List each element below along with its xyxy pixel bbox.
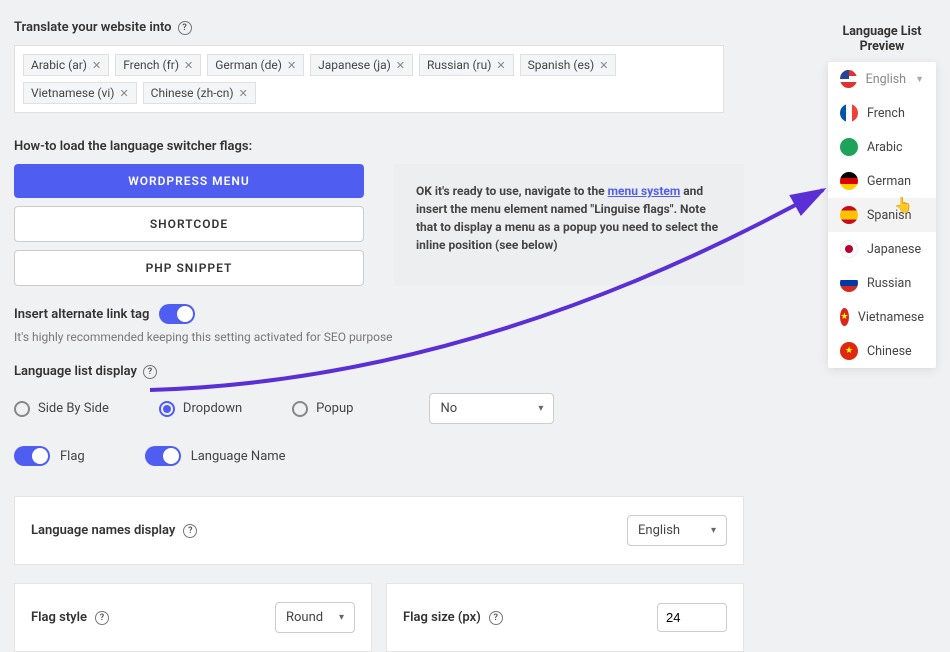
loader-label: How-to load the language switcher flags: (14, 139, 936, 154)
preview-item[interactable]: Arabic (828, 130, 936, 164)
flag-icon (840, 308, 849, 326)
preview-item-label: Vietnamese (858, 310, 924, 325)
cursor-icon: 👆 (894, 196, 913, 214)
close-icon[interactable]: ✕ (599, 59, 608, 72)
flag-style-value: Round (286, 610, 323, 625)
preview-item-label: Chinese (867, 344, 912, 359)
chip-label: Arabic (ar) (31, 58, 87, 72)
php-snippet-button[interactable]: PHP SNIPPET (14, 250, 364, 286)
flag-icon (840, 104, 858, 122)
language-chip[interactable]: Chinese (zh-cn) ✕ (143, 82, 256, 104)
select-no-value: No (440, 401, 457, 416)
close-icon[interactable]: ✕ (184, 59, 193, 72)
preview-item-label: English (866, 72, 906, 87)
flag-size-input[interactable] (657, 603, 727, 632)
language-chip[interactable]: Arabic (ar) ✕ (23, 54, 109, 76)
preview-item-label: Arabic (867, 140, 903, 155)
radio-popup-label: Popup (316, 401, 353, 416)
alt-link-hint: It's highly recommended keeping this set… (14, 330, 936, 344)
close-icon[interactable]: ✕ (119, 87, 128, 100)
flag-icon (840, 172, 858, 190)
radio-dropdown[interactable]: Dropdown (159, 401, 242, 417)
alt-link-toggle[interactable] (159, 304, 195, 324)
preview-item-label: Japanese (867, 242, 921, 257)
chip-label: Japanese (ja) (318, 58, 391, 72)
preview-item-label: Russian (867, 276, 911, 291)
help-icon[interactable]: ? (183, 524, 197, 538)
chip-label: Vietnamese (vi) (31, 86, 114, 100)
chevron-down-icon: ▾ (339, 612, 344, 623)
names-display-select[interactable]: English ▾ (627, 515, 727, 546)
chip-label: French (fr) (123, 58, 179, 72)
flag-toggle[interactable] (14, 446, 50, 466)
flag-style-label: Flag style (31, 610, 87, 625)
info-box: OK it's ready to use, navigate to the me… (394, 164, 744, 286)
preview-item[interactable]: Chinese (828, 334, 936, 368)
preview-item-label: French (867, 106, 905, 121)
language-chips[interactable]: Arabic (ar)✕French (fr)✕German (de)✕Japa… (14, 45, 724, 113)
radio-side-by-side[interactable]: Side By Side (14, 401, 109, 417)
preview-item-label: German (867, 174, 911, 189)
flag-style-select[interactable]: Round ▾ (275, 602, 355, 633)
radio-side-label: Side By Side (38, 401, 109, 416)
language-chip[interactable]: French (fr) ✕ (115, 54, 201, 76)
help-icon[interactable]: ? (143, 365, 157, 379)
close-icon[interactable]: ✕ (239, 87, 248, 100)
language-chip[interactable]: Russian (ru) ✕ (419, 54, 514, 76)
flag-toggle-label: Flag (60, 449, 85, 464)
list-display-label-text: Language list display (14, 364, 137, 379)
chip-label: Chinese (zh-cn) (151, 86, 234, 100)
chevron-down-icon: ▼ (915, 74, 924, 85)
chevron-down-icon: ▾ (711, 525, 716, 536)
flag-icon (840, 240, 858, 258)
help-icon[interactable]: ? (95, 611, 109, 625)
radio-popup[interactable]: Popup (292, 401, 353, 417)
help-icon[interactable]: ? (489, 611, 503, 625)
preview-item[interactable]: Vietnamese (828, 300, 936, 334)
preview-item[interactable]: French (828, 96, 936, 130)
preview-title: Language List Preview (828, 20, 936, 62)
chevron-down-icon: ▾ (538, 403, 543, 414)
flag-icon (840, 138, 858, 156)
flag-icon (840, 70, 857, 88)
flag-icon (840, 274, 858, 292)
preview-item[interactable]: English ▼ (828, 62, 936, 96)
preview-item[interactable]: Japanese (828, 232, 936, 266)
preview-item[interactable]: Spanish (828, 198, 936, 232)
language-name-toggle[interactable] (145, 446, 181, 466)
flag-size-label: Flag size (px) (403, 610, 481, 625)
flag-icon (840, 342, 858, 360)
close-icon[interactable]: ✕ (396, 59, 405, 72)
loader-label-text: How-to load the language switcher flags: (14, 139, 252, 154)
translate-label-text: Translate your website into (14, 20, 172, 35)
shortcode-button[interactable]: SHORTCODE (14, 206, 364, 242)
close-icon[interactable]: ✕ (496, 59, 505, 72)
chip-label: German (de) (215, 58, 282, 72)
alt-link-label: Insert alternate link tag (14, 307, 149, 322)
language-chip[interactable]: Spanish (es) ✕ (520, 54, 617, 76)
preview-item[interactable]: Russian (828, 266, 936, 300)
flag-icon (840, 206, 858, 224)
chip-label: Russian (ru) (427, 58, 491, 72)
close-icon[interactable]: ✕ (287, 59, 296, 72)
lang-name-toggle-label: Language Name (191, 449, 286, 464)
translate-into-label: Translate your website into ? (14, 20, 936, 35)
wordpress-menu-button[interactable]: WORDPRESS MENU (14, 164, 364, 198)
close-icon[interactable]: ✕ (92, 59, 101, 72)
language-chip[interactable]: Vietnamese (vi) ✕ (23, 82, 137, 104)
list-display-label: Language list display ? (14, 364, 936, 379)
language-chip[interactable]: German (de) ✕ (207, 54, 304, 76)
preview-item[interactable]: German (828, 164, 936, 198)
radio-dropdown-label: Dropdown (183, 401, 242, 416)
select-no[interactable]: No ▾ (429, 393, 554, 424)
chip-label: Spanish (es) (528, 58, 595, 72)
language-chip[interactable]: Japanese (ja) ✕ (310, 54, 413, 76)
info-pre: OK it's ready to use, navigate to the (416, 184, 608, 198)
help-icon[interactable]: ? (178, 21, 192, 35)
menu-system-link[interactable]: menu system (608, 184, 681, 198)
names-display-label: Language names display (31, 523, 175, 538)
preview-list: English ▼ French Arabic German Spanish Japanes… (828, 62, 936, 368)
names-display-value: English (638, 523, 680, 538)
